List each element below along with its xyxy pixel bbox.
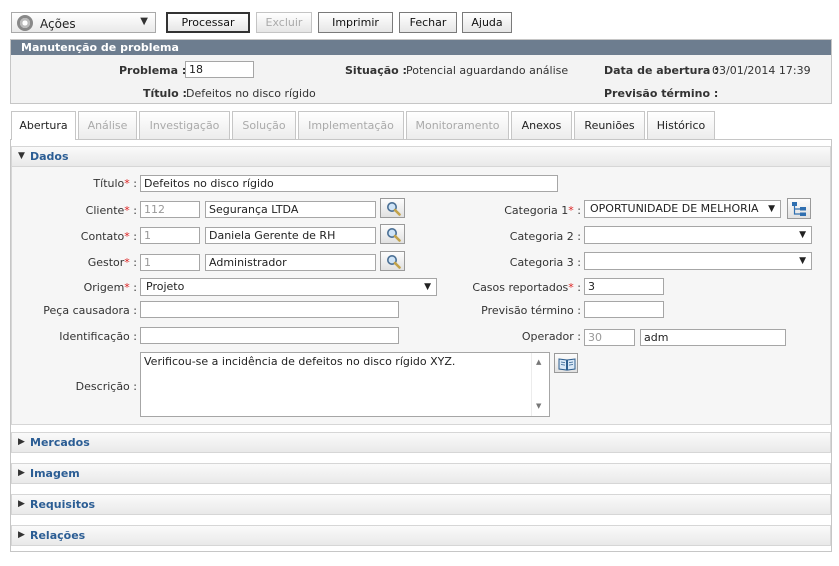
panel-title: Manutenção de problema (11, 40, 831, 55)
descricao-textarea[interactable]: Verificou-se a incidência de defeitos no… (140, 352, 550, 417)
ajuda-button[interactable]: Ajuda (462, 12, 512, 33)
previsao-termino-field[interactable] (584, 301, 664, 318)
operador-name-field[interactable] (640, 329, 786, 346)
search-icon (387, 228, 401, 242)
problema-input[interactable] (185, 61, 254, 78)
section-requisitos-header[interactable]: ▶ Requisitos (11, 494, 831, 515)
chevron-down-icon: ▼ (799, 230, 806, 240)
categoria2-select[interactable]: ▼ (584, 226, 812, 244)
tab-reunioes[interactable]: Reuniões (574, 111, 645, 139)
categoria-tree-button[interactable] (787, 198, 811, 219)
origem-select[interactable]: Projeto ▼ (140, 278, 437, 296)
descricao-library-button[interactable] (554, 353, 578, 373)
categoria1-selected-value: OPORTUNIDADE DE MELHORIA (590, 202, 759, 215)
gestor-field-label: Gestor* : (87, 256, 137, 269)
titulo-field[interactable] (140, 175, 558, 192)
gear-icon (17, 15, 33, 31)
section-dados-title: Dados (30, 150, 69, 163)
section-relacoes-title: Relações (30, 529, 86, 542)
imprimir-button[interactable]: Imprimir (318, 12, 393, 33)
contato-search-button[interactable] (380, 224, 405, 244)
section-dados-header[interactable]: ▼ Dados (11, 146, 831, 167)
gestor-code-field[interactable] (140, 254, 200, 271)
scroll-up-icon: ▲ (536, 358, 542, 366)
triangle-right-icon: ▶ (18, 499, 25, 509)
contato-field-label: Contato* : (80, 230, 137, 243)
tree-icon (792, 202, 806, 216)
cliente-search-button[interactable] (380, 198, 405, 218)
actions-dropdown[interactable]: Ações ▼ (11, 12, 156, 33)
categoria2-field-label: Categoria 2 : (509, 230, 581, 243)
tab-abertura[interactable]: Abertura (11, 111, 76, 140)
search-icon (387, 255, 401, 269)
titulo-header-value: Defeitos no disco rígido (186, 87, 316, 100)
categoria1-select[interactable]: OPORTUNIDADE DE MELHORIA ▼ (584, 200, 781, 218)
tab-analise[interactable]: Análise (78, 111, 137, 139)
chevron-down-icon: ▼ (768, 204, 775, 214)
section-mercados-title: Mercados (30, 436, 90, 449)
titulo-field-label: Título* : (93, 177, 137, 190)
section-requisitos-title: Requisitos (30, 498, 96, 511)
categoria1-field-label: Categoria 1* : (504, 204, 581, 217)
previsao-header-label: Previsão término : (604, 87, 719, 100)
tab-historico[interactable]: Histórico (647, 111, 715, 139)
situacao-value: Potencial aguardando análise (406, 64, 569, 77)
book-icon (558, 358, 576, 371)
operador-code-field[interactable] (584, 329, 635, 346)
identificacao-field[interactable] (140, 327, 399, 344)
origem-field-label: Origem* : (83, 281, 137, 294)
titulo-header-label: Título : (143, 87, 187, 100)
chevron-down-icon: ▼ (140, 16, 148, 27)
chevron-down-icon: ▼ (424, 282, 431, 292)
cliente-name-field[interactable] (205, 201, 376, 218)
tab-monitoramento[interactable]: Monitoramento (406, 111, 509, 139)
triangle-down-icon: ▼ (18, 151, 25, 161)
actions-label: Ações (40, 17, 76, 31)
peca-causadora-field[interactable] (140, 301, 399, 318)
previsao-field-label: Previsão término : (481, 304, 581, 317)
operador-field-label: Operador : (521, 330, 581, 343)
processar-button[interactable]: Processar (166, 12, 250, 33)
contato-code-field[interactable] (140, 227, 200, 244)
categoria3-field-label: Categoria 3 : (509, 256, 581, 269)
problema-label: Problema : (119, 64, 187, 77)
situacao-label: Situação : (345, 64, 407, 77)
categoria3-select[interactable]: ▼ (584, 252, 812, 270)
casos-field-label: Casos reportados* : (472, 281, 581, 294)
peca-field-label: Peça causadora : (43, 304, 137, 317)
triangle-right-icon: ▶ (18, 530, 25, 540)
cliente-field-label: Cliente* : (85, 204, 137, 217)
search-icon (387, 202, 401, 216)
cliente-code-field[interactable] (140, 201, 200, 218)
gestor-search-button[interactable] (380, 251, 405, 271)
contato-name-field[interactable] (205, 227, 376, 244)
tab-anexos[interactable]: Anexos (511, 111, 572, 139)
excluir-button[interactable]: Excluir (256, 12, 312, 33)
triangle-right-icon: ▶ (18, 437, 25, 447)
fechar-button[interactable]: Fechar (399, 12, 457, 33)
section-imagem-header[interactable]: ▶ Imagem (11, 463, 831, 484)
casos-reportados-field[interactable] (584, 278, 664, 295)
section-imagem-title: Imagem (30, 467, 80, 480)
section-relacoes-header[interactable]: ▶ Relações (11, 525, 831, 546)
gestor-name-field[interactable] (205, 254, 376, 271)
origem-selected-value: Projeto (146, 280, 185, 293)
tab-implementacao[interactable]: Implementação (298, 111, 404, 139)
section-mercados-header[interactable]: ▶ Mercados (11, 432, 831, 453)
scroll-down-icon: ▼ (536, 402, 542, 410)
triangle-right-icon: ▶ (18, 468, 25, 478)
tab-solucao[interactable]: Solução (232, 111, 296, 139)
descricao-field-label: Descrição : (75, 380, 137, 393)
data-abertura-label: Data de abertura : (604, 64, 719, 77)
tab-investigacao[interactable]: Investigação (139, 111, 230, 139)
identificacao-field-label: Identificação : (59, 330, 137, 343)
chevron-down-icon: ▼ (799, 256, 806, 266)
descricao-scrollbar[interactable]: ▲ ▼ (531, 353, 548, 416)
data-abertura-value: 03/01/2014 17:39 (712, 64, 811, 77)
